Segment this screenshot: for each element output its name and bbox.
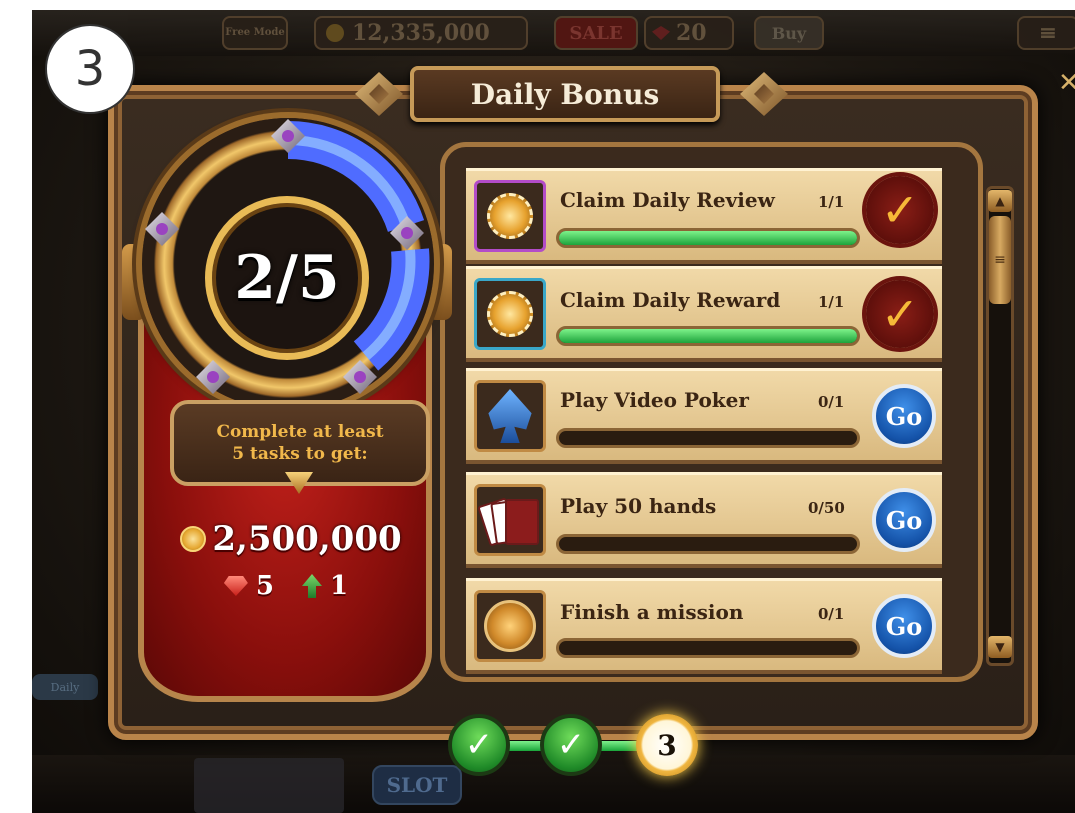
chip-graphic	[487, 193, 533, 239]
task-progress-bar	[556, 228, 860, 248]
daily-tab-label: Daily	[50, 680, 80, 694]
gem-balance-display: 20	[644, 16, 734, 50]
card-front	[505, 499, 539, 545]
step-completed-checkmark-icon: ✓	[448, 714, 510, 776]
task-progress-fill	[559, 329, 857, 343]
reward-gems-amount: 5	[255, 571, 274, 601]
coin-icon	[180, 526, 207, 552]
go-button-label: Go	[885, 505, 923, 535]
gem-balance: 20	[676, 20, 707, 46]
sale-label: SALE	[569, 22, 623, 44]
reward-boost-amount: 1	[330, 571, 349, 601]
slot-button[interactable]: SLOT	[372, 765, 462, 805]
tutorial-step-number: 3	[74, 41, 106, 97]
coin-balance: 12,335,000	[352, 20, 490, 46]
go-button[interactable]: Go	[872, 594, 936, 658]
cards-decoration	[194, 758, 344, 813]
spade-icon	[474, 380, 546, 452]
level-up-arrow-icon	[302, 574, 322, 598]
reward-extras: 5 1	[186, 568, 386, 604]
task-count: 1/1	[818, 293, 845, 311]
dialog-title: Daily Bonus	[410, 66, 720, 122]
scrollbar-thumb[interactable]: ≡	[989, 216, 1011, 304]
tutorial-step-badge: 3	[45, 24, 135, 114]
reward-chip-icon	[474, 278, 546, 350]
task-label: Finish a mission	[560, 600, 744, 624]
gem-icon	[652, 26, 670, 40]
completed-seal-checkmark-icon: ✓	[866, 280, 934, 348]
task-progress-bar	[556, 428, 860, 448]
close-icon[interactable]: ✕	[1058, 68, 1075, 98]
requirement-line-2: 5 tasks to get:	[232, 444, 368, 464]
task-label: Claim Daily Review	[560, 188, 775, 212]
reward-coins-amount: 2,500,000	[212, 519, 402, 559]
task-count: 0/1	[818, 605, 845, 623]
step-current-number: 3	[657, 728, 677, 762]
menu-icon: ≡	[1038, 20, 1058, 46]
task-label: Play Video Poker	[560, 388, 749, 412]
completed-seal-checkmark-icon: ✓	[866, 176, 934, 244]
buy-button[interactable]: Buy	[754, 16, 824, 50]
review-chip-icon	[474, 180, 546, 252]
progress-counter-text: 2/5	[234, 243, 340, 313]
crown-graphic	[484, 600, 536, 652]
task-label: Claim Daily Reward	[560, 288, 781, 312]
coin-icon	[326, 24, 344, 42]
free-mode-button[interactable]: Free Mode	[222, 16, 288, 50]
go-button[interactable]: Go	[872, 488, 936, 552]
daily-tab[interactable]: Daily	[32, 674, 98, 700]
buy-label: Buy	[771, 23, 807, 43]
menu-button[interactable]: ≡	[1017, 16, 1075, 50]
go-button-label: Go	[885, 401, 923, 431]
task-progress-bar	[556, 638, 860, 658]
reward-coins: 2,500,000	[166, 516, 416, 562]
progress-counter: 2/5	[205, 196, 369, 360]
spade-graphic	[488, 389, 532, 443]
scroll-down-arrow-icon[interactable]: ▼	[988, 636, 1012, 658]
dialog-title-text: Daily Bonus	[470, 77, 660, 111]
slot-label: SLOT	[386, 773, 448, 797]
task-count: 0/1	[818, 393, 845, 411]
top-bar: Free Mode 12,335,000 SALE 20 Buy ≡	[32, 10, 1075, 56]
free-mode-label: Free Mode	[225, 27, 285, 38]
task-label: Play 50 hands	[560, 494, 717, 518]
chip-graphic	[487, 291, 533, 337]
scroll-up-arrow-icon[interactable]: ▲	[988, 190, 1012, 212]
task-count: 1/1	[818, 193, 845, 211]
sale-button[interactable]: SALE	[554, 16, 638, 50]
cards-icon	[474, 484, 546, 556]
step-current: 3	[636, 714, 698, 776]
requirement-line-1: Complete at least	[216, 422, 384, 442]
go-button-label: Go	[885, 611, 923, 641]
task-progress-fill	[559, 231, 857, 245]
task-progress-bar	[556, 326, 860, 346]
task-count: 0/50	[808, 499, 845, 517]
go-button[interactable]: Go	[872, 384, 936, 448]
ruby-gem-icon	[223, 576, 248, 596]
cards-graphic	[477, 491, 539, 549]
step-completed-checkmark-icon: ✓	[540, 714, 602, 776]
coin-balance-display: 12,335,000	[314, 16, 528, 50]
crown-icon	[474, 590, 546, 662]
task-progress-bar	[556, 534, 860, 554]
